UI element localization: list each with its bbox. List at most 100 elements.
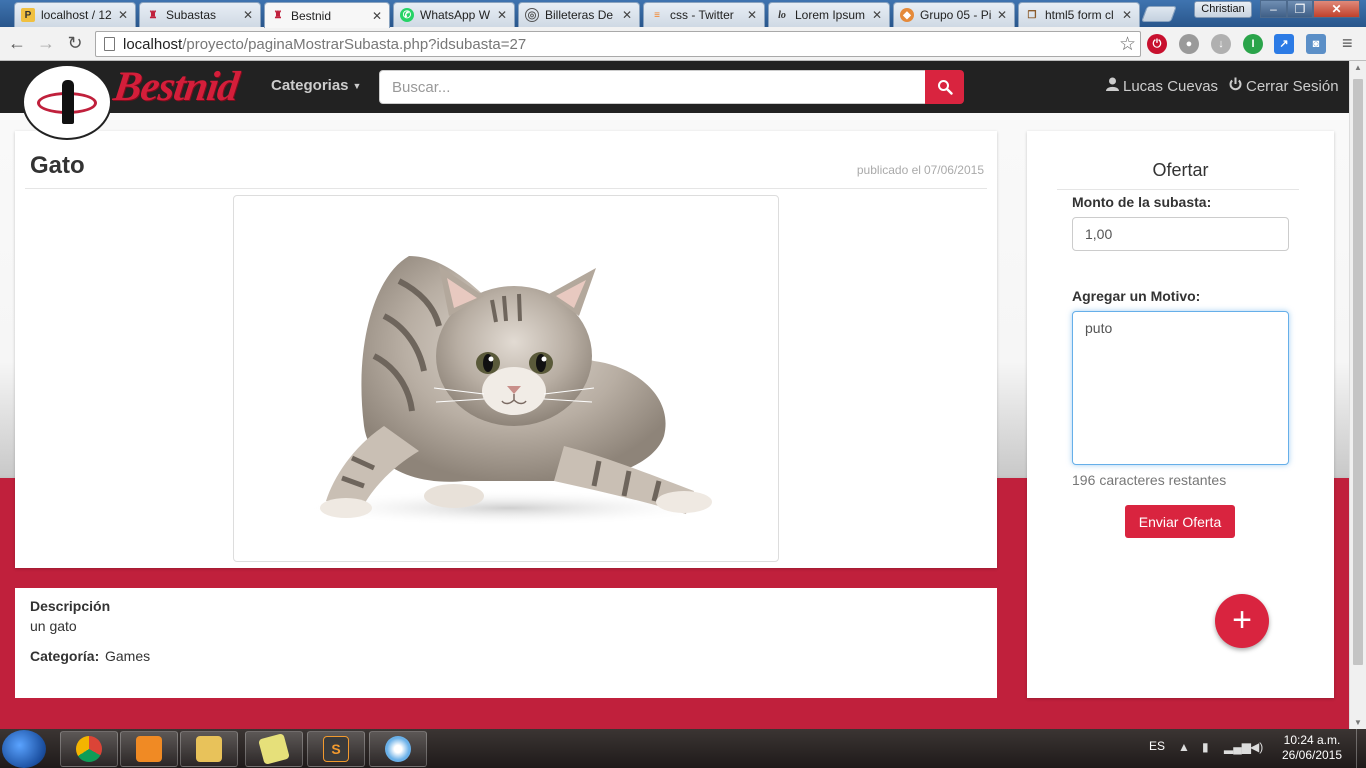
clock-date: 26/06/2015	[1281, 748, 1343, 762]
scroll-down-icon[interactable]: ▼	[1353, 718, 1363, 727]
page-scrollbar[interactable]: ▲ ▼	[1349, 61, 1366, 729]
caret-down-icon: ▼	[352, 81, 362, 92]
close-tab-icon[interactable]: ✕	[117, 8, 129, 22]
close-tab-icon[interactable]: ✕	[871, 8, 883, 22]
taskbar-explorer[interactable]	[180, 731, 238, 767]
taskbar-sublime[interactable]: S	[307, 731, 365, 767]
tab-title: Grupo 05 - Pi	[920, 8, 992, 22]
phpmyadmin-icon: P	[21, 8, 35, 22]
menu-icon[interactable]: ≡	[1342, 33, 1358, 53]
battery-icon[interactable]: ▮	[1202, 740, 1209, 754]
tab-title: localhost / 12	[41, 8, 112, 22]
tray-expand-icon[interactable]: ▲	[1178, 740, 1190, 754]
windows-taskbar: S ES ▲ ▮ ▂▄▆ ◀) 10:24 a.m. 26/06/2015	[0, 729, 1366, 768]
start-button[interactable]	[2, 730, 46, 768]
media-player-icon	[136, 736, 162, 762]
chars-remaining-text: caracteres restantes	[1099, 472, 1227, 488]
tab-phpmyadmin[interactable]: P localhost / 12 ✕	[14, 2, 136, 27]
taskbar-chrome[interactable]	[60, 731, 118, 767]
tab-whatsapp[interactable]: ✆ WhatsApp W ✕	[393, 2, 515, 27]
show-desktop-button[interactable]	[1356, 729, 1366, 768]
reload-icon[interactable]: ↻	[63, 32, 87, 56]
amount-input[interactable]	[1072, 217, 1289, 251]
tab-title: Billeteras De	[545, 8, 614, 22]
new-extension-icon[interactable]: ↗	[1274, 34, 1294, 54]
bookmark-icon: ❒	[1027, 9, 1037, 21]
maximize-button[interactable]: ❐	[1287, 0, 1313, 18]
tab-grupo05[interactable]: ◆ Grupo 05 - Pi ✕	[893, 2, 1015, 27]
tab-billeteras[interactable]: ◎ Billeteras De ✕	[518, 2, 640, 27]
published-date: 07/06/2015	[923, 163, 984, 177]
taskbar-sticky-notes[interactable]	[245, 731, 303, 767]
logout-link[interactable]: Cerrar Sesión	[1229, 77, 1339, 95]
tab-stackoverflow[interactable]: ≡ css - Twitter ✕	[643, 2, 765, 27]
close-window-button[interactable]: ✕	[1313, 0, 1360, 18]
submit-offer-button[interactable]: Enviar Oferta	[1125, 505, 1235, 538]
paint-icon	[385, 736, 411, 762]
close-tab-icon[interactable]: ✕	[496, 8, 508, 22]
tab-html5-form[interactable]: ❒ html5 form cl ✕	[1018, 2, 1140, 27]
user-icon	[1106, 77, 1119, 95]
search-input[interactable]	[379, 70, 926, 104]
minimize-button[interactable]: –	[1260, 0, 1287, 18]
reason-textarea[interactable]: puto	[1072, 311, 1289, 465]
close-tab-icon[interactable]: ✕	[621, 8, 633, 22]
search-button[interactable]	[925, 70, 964, 104]
brand-name[interactable]: Bestnid	[111, 63, 241, 111]
description-panel: Descripción un gato Categoría: Games	[15, 588, 997, 698]
tab-title: Bestnid	[291, 8, 332, 23]
offer-panel: Ofertar Monto de la subasta: Agregar un …	[1027, 131, 1334, 698]
bestnid-favicon-icon: ♜	[148, 9, 158, 21]
close-tab-icon[interactable]: ✕	[1121, 8, 1133, 22]
url-path: /proyecto/paginaMostrarSubasta.php?idsub…	[182, 35, 527, 53]
gitlab-icon: ◆	[900, 8, 914, 22]
add-button[interactable]: +	[1215, 594, 1269, 648]
taskbar-paint[interactable]	[369, 731, 427, 767]
auction-title: Gato	[30, 152, 85, 179]
close-tab-icon[interactable]: ✕	[371, 9, 383, 23]
user-menu-link[interactable]: Lucas Cuevas	[1106, 77, 1218, 95]
address-bar[interactable]: localhost/proyecto/paginaMostrarSubasta.…	[95, 31, 1141, 57]
network-signal-icon[interactable]: ▂▄▆	[1224, 740, 1251, 754]
forward-arrow-icon[interactable]: →	[34, 32, 58, 56]
close-tab-icon[interactable]: ✕	[746, 8, 758, 22]
browser-toolbar: ← → ↻ localhost/proyecto/paginaMostrarSu…	[0, 27, 1366, 61]
volume-icon[interactable]: ◀)	[1250, 740, 1263, 754]
back-arrow-icon[interactable]: ←	[5, 32, 29, 56]
reason-label: Agregar un Motivo:	[1072, 288, 1201, 304]
profile-button[interactable]: Christian	[1194, 1, 1252, 18]
search-icon	[937, 80, 953, 95]
adblock-icon[interactable]: ⏻	[1147, 34, 1167, 54]
category-label: Categoría:	[30, 648, 100, 664]
bookmark-star-icon[interactable]: ☆	[1119, 33, 1136, 56]
whatsapp-icon: ✆	[400, 8, 414, 22]
camera-icon[interactable]: ◙	[1306, 34, 1326, 54]
tab-title: Subastas	[166, 8, 217, 22]
published-label: publicado el	[856, 163, 921, 177]
tab-lorem-ipsum[interactable]: lo Lorem Ipsum ✕	[768, 2, 890, 27]
auction-image	[233, 195, 779, 562]
scrollbar-thumb[interactable]	[1353, 79, 1363, 665]
stackoverflow-icon: ≡	[654, 9, 660, 21]
system-clock[interactable]: 10:24 a.m. 26/06/2015	[1280, 733, 1344, 763]
scroll-up-icon[interactable]: ▲	[1353, 63, 1363, 72]
offer-heading: Ofertar	[1152, 160, 1209, 180]
chars-remaining-count: 196	[1072, 472, 1096, 488]
bestnid-favicon-icon: ♜	[273, 10, 283, 21]
tab-subastas[interactable]: ♜ Subastas ✕	[139, 2, 261, 27]
language-indicator[interactable]: ES	[1149, 739, 1165, 753]
category-value: Games	[105, 648, 151, 664]
kitten-image	[299, 256, 719, 526]
taskbar-media-player[interactable]	[120, 731, 178, 767]
close-tab-icon[interactable]: ✕	[996, 8, 1008, 22]
location-icon[interactable]: ●	[1179, 34, 1199, 54]
download-icon[interactable]: ↓	[1211, 34, 1231, 54]
tab-title: Lorem Ipsum	[795, 8, 866, 22]
close-tab-icon[interactable]: ✕	[242, 8, 254, 22]
site-logo[interactable]	[22, 64, 112, 140]
new-tab-button[interactable]	[1141, 6, 1177, 22]
tab-bestnid[interactable]: ♜ Bestnid ✕	[264, 2, 390, 28]
chars-remaining: 196 caracteres restantes	[1072, 472, 1226, 488]
categories-dropdown[interactable]: Categorias ▼	[271, 77, 361, 94]
extension-icon[interactable]: I	[1243, 34, 1263, 54]
